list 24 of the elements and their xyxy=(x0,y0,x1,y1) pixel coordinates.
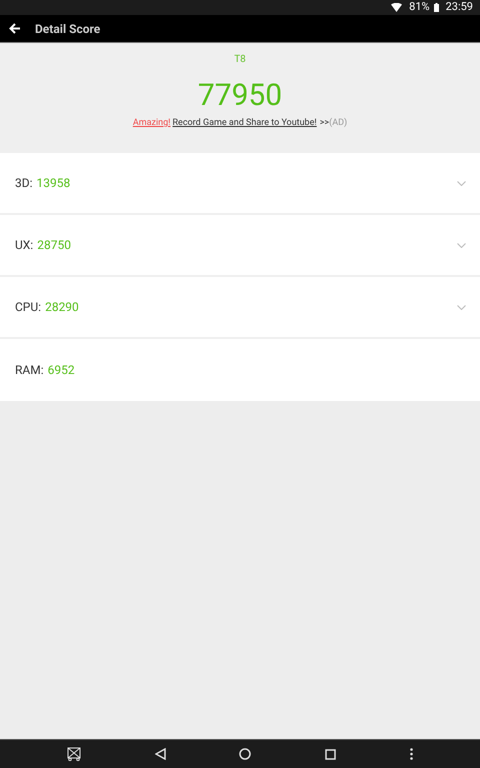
device-name: T8 xyxy=(234,53,246,67)
wifi-icon xyxy=(391,3,402,12)
total-score: 77950 xyxy=(198,78,282,114)
ad-tag: (AD) xyxy=(329,117,348,129)
promo-arrows: >> xyxy=(320,117,330,129)
score-value: 13958 xyxy=(36,175,70,192)
promo-link[interactable]: Record Game and Share to Youtube! xyxy=(172,117,317,129)
battery-icon xyxy=(434,3,439,12)
clock: 23:59 xyxy=(446,0,473,16)
home-icon[interactable] xyxy=(239,748,252,760)
more-icon[interactable] xyxy=(410,748,414,760)
screenshot-icon[interactable] xyxy=(66,747,81,761)
score-value: 28750 xyxy=(37,237,71,254)
score-value: 6952 xyxy=(48,362,75,379)
screen-title: Detail Score xyxy=(35,20,100,38)
back-icon[interactable] xyxy=(154,748,166,760)
score-label: CPU: xyxy=(15,299,42,316)
recents-icon[interactable] xyxy=(325,748,336,760)
score-label: UX: xyxy=(15,237,34,254)
battery-level: 81% xyxy=(409,0,430,16)
score-label: 3D: xyxy=(15,175,33,192)
score-label: RAM: xyxy=(15,362,44,379)
back-arrow-icon xyxy=(9,23,21,34)
score-value: 28290 xyxy=(45,299,79,316)
